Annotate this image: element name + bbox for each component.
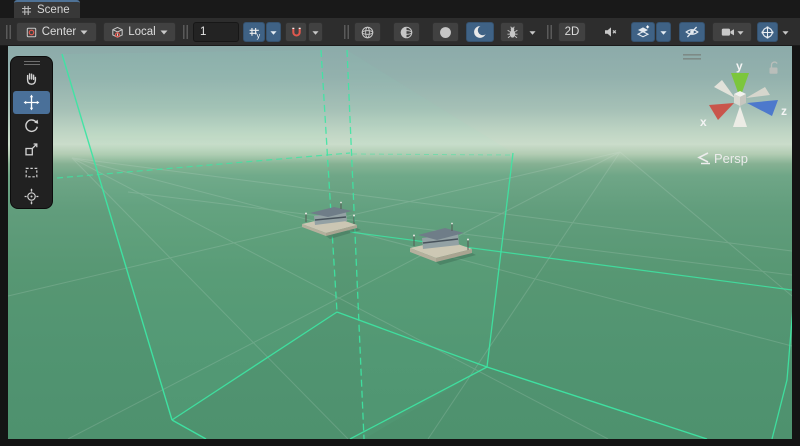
axis-z-label: z (781, 104, 787, 118)
debug-validation-dropdown[interactable] (525, 22, 539, 42)
axis-neg-x-cone[interactable] (746, 87, 770, 98)
chevron-down-icon (781, 29, 790, 36)
axis-x-label: x (700, 115, 707, 129)
grid-size-input[interactable] (193, 22, 239, 42)
scale-tool-icon (23, 141, 40, 158)
chevron-down-icon (528, 29, 537, 36)
tab-scene[interactable]: Scene (14, 0, 80, 18)
draw-mode-wireframe-button[interactable] (354, 22, 381, 42)
scene-toolbar: Center Local y (0, 18, 800, 46)
local-cube-icon (110, 25, 125, 40)
shaded-sphere-icon (438, 25, 453, 40)
handle-orientation-dropdown[interactable]: Local (103, 22, 176, 42)
grid-snap-icon: y (247, 25, 262, 40)
rect-tool-icon (23, 164, 40, 181)
crescent-moon-icon (472, 24, 488, 40)
audio-toggle[interactable] (596, 22, 624, 42)
toolbar-grip[interactable] (6, 25, 11, 39)
projection-switcher[interactable]: Persp (699, 151, 748, 166)
pivot-mode-dropdown[interactable]: Center (16, 22, 97, 42)
grid-visibility-dropdown[interactable] (266, 22, 281, 42)
debug-validation-button[interactable] (500, 22, 524, 42)
scene-viewport[interactable]: y x z Persp (8, 46, 792, 439)
tool-transform[interactable] (13, 185, 50, 209)
grid-snapping-dropdown[interactable] (308, 22, 323, 42)
scene-camera-settings[interactable] (712, 22, 752, 42)
grid-visibility-button[interactable]: y (243, 22, 265, 42)
speaker-muted-icon (602, 24, 618, 40)
handle-orientation-label: Local (125, 26, 159, 38)
svg-text:y: y (256, 33, 260, 40)
axis-x-cone[interactable] (709, 103, 734, 120)
2d-view-toggle[interactable]: 2D (558, 22, 586, 42)
draw-mode-shaded-wireframe-button[interactable] (393, 22, 420, 42)
gizmos-dropdown[interactable] (779, 22, 792, 42)
eye-slash-icon (684, 24, 700, 40)
toolbar-grip[interactable] (183, 25, 188, 39)
snap-magnet-icon (289, 25, 304, 40)
2d-label: 2D (565, 26, 580, 38)
tool-rotate[interactable] (13, 114, 50, 138)
draw-mode-shaded-button[interactable] (432, 22, 459, 42)
tools-overlay-handle[interactable] (11, 59, 52, 67)
pivot-center-icon (24, 25, 39, 40)
tool-move[interactable] (13, 91, 50, 115)
camera-icon (720, 24, 736, 40)
bug-icon (505, 25, 520, 40)
axis-neg-z-cone[interactable] (714, 80, 735, 98)
wireframe-sphere-icon (360, 25, 375, 40)
grid-snapping-button[interactable] (285, 22, 307, 42)
chevron-down-icon (159, 28, 169, 36)
tool-pan[interactable] (13, 67, 50, 91)
scene-lighting-toggle[interactable] (466, 22, 494, 42)
selection-volume-face (62, 50, 337, 420)
pivot-mode-label: Center (39, 26, 80, 38)
toolbar-grip[interactable] (547, 25, 552, 39)
orientation-gizmo[interactable]: y x z (700, 59, 787, 129)
tab-title: Scene (37, 4, 70, 16)
iso-angle-icon (699, 153, 710, 164)
effects-dropdown[interactable] (656, 22, 671, 42)
projection-label: Persp (714, 151, 748, 166)
gizmo-sphere-icon (760, 25, 775, 40)
scene-visibility-toggle[interactable] (679, 22, 705, 42)
axis-y-label: y (736, 59, 743, 73)
scene-tab-grid-icon (21, 5, 32, 16)
overlay-drag-handle[interactable] (683, 54, 701, 60)
hand-pan-icon (23, 70, 40, 87)
effects-toggle[interactable] (631, 22, 655, 42)
gizmo-lock-icon[interactable] (770, 62, 778, 74)
layers-effects-icon (635, 24, 651, 40)
unity-scene-view-window: { "window": { "tab_title": "Scene" }, "t… (0, 0, 800, 446)
transform-tool-icon (23, 188, 40, 205)
axis-z-cone[interactable] (747, 100, 778, 116)
chevron-down-icon (79, 28, 89, 36)
rotate-tool-icon (23, 117, 40, 134)
move-tool-icon (23, 94, 40, 111)
axis-neg-y-cone[interactable] (733, 106, 747, 127)
chevron-down-icon (659, 29, 668, 36)
tool-scale[interactable] (13, 138, 50, 162)
shaded-wireframe-sphere-icon (399, 25, 414, 40)
tools-overlay (10, 56, 53, 209)
gizmos-toggle[interactable] (757, 22, 778, 42)
chevron-down-icon (311, 29, 320, 36)
tool-rect[interactable] (13, 161, 50, 185)
tab-bar: Scene (0, 0, 800, 18)
toolbar-grip[interactable] (344, 25, 349, 39)
chevron-down-icon (269, 29, 278, 36)
chevron-down-icon (736, 29, 745, 36)
scene-3d-content: y x z Persp (8, 46, 792, 439)
